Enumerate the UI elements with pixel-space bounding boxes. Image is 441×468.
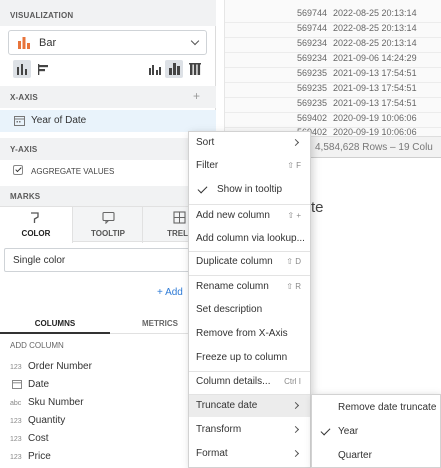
submenu-item-quarter[interactable]: Quarter [312,445,440,467]
column-item-date[interactable]: Date [10,379,49,390]
menu-item-add-new-column[interactable]: Add new column ⇧ + [189,205,310,227]
chevron-down-icon [190,36,200,46]
aggregate-checkbox[interactable] [13,165,23,175]
menu-item-truncate-date[interactable]: Truncate date [189,395,310,417]
chevron-right-icon [291,138,300,147]
add-xaxis-icon[interactable]: + [193,89,200,103]
menu-item-show-in-tooltip[interactable]: Show in tooltip [189,179,310,201]
menu-item-set-description[interactable]: Set description [189,299,310,321]
tab-columns-label: COLUMNS [34,319,76,328]
submenu-item-year[interactable]: Year [312,421,440,443]
menu-item-column-details[interactable]: Column details... Ctrl I [189,371,310,393]
number-type-icon: 123 [10,418,22,425]
tooltip-icon [102,211,115,225]
column-item-quantity[interactable]: 123 Quantity [10,415,65,426]
vertical-bar-icon[interactable] [13,60,31,78]
table-row[interactable]: 569235 2021-09-13 17:54:51 [225,83,441,98]
menu-item-add-column-via-lookup[interactable]: Add column via lookup... [189,228,310,250]
aggregate-values-label: AGGREGATE VALUES [31,167,115,176]
add-mark-button[interactable]: + Add [157,287,183,298]
menu-item-sort[interactable]: Sort [189,132,310,154]
check-icon [14,165,22,173]
menu-item-remove-from-xaxis[interactable]: Remove from X-Axis [189,323,310,345]
menu-item-rename-column[interactable]: Rename column ⇧ R [189,276,310,298]
background-title: te [311,199,324,216]
menu-item-transform[interactable]: Transform [189,419,310,441]
panel-tabs: COLUMNS METRICS [0,312,216,334]
tab-tooltip[interactable]: TOOLTIP [72,207,142,243]
yaxis-label: Y-AXIS [10,145,38,154]
column-item-price[interactable]: 123 Price [10,451,51,462]
chevron-right-icon [291,401,300,410]
table-row[interactable]: 569234 2022-08-25 20:13:14 [225,38,441,53]
table-row[interactable]: 569744 2022-08-25 20:13:14 [225,23,441,38]
chevron-right-icon [291,449,300,458]
trellis-grid-icon [173,211,186,224]
visualization-label: VISUALIZATION [10,11,74,20]
grouped-bar-icon[interactable] [145,60,163,78]
table-row[interactable]: 569402 2020-09-19 10:06:06 [225,113,441,128]
table-row[interactable]: 569744 2022-08-25 20:13:14 [225,8,441,23]
xaxis-field-label: Year of Date [31,115,87,126]
check-icon [197,183,208,194]
menu-item-freeze-up-to-column[interactable]: Freeze up to column [189,347,310,369]
left-panel: VISUALIZATION Bar X-AXIS + Year of Date [0,0,216,468]
chart-type-value: Bar [39,37,57,49]
tab-color[interactable]: COLOR [0,207,72,243]
single-color-select[interactable]: Single color [4,248,212,272]
number-type-icon: 123 [10,436,22,443]
column-item-sku-number[interactable]: abc Sku Number [10,397,84,408]
text-type-icon: abc [10,400,22,407]
xaxis-label: X-AXIS [10,93,38,102]
column-context-menu: Sort Filter ⇧ F Show in tooltip Add new c… [188,131,311,468]
column-item-order-number[interactable]: 123 Order Number [10,361,92,372]
calendar-icon [14,115,25,126]
check-icon [320,425,331,436]
number-type-icon: 123 [10,454,22,461]
table-row[interactable]: 569235 2021-09-13 17:54:51 [225,68,441,83]
chevron-right-icon [291,425,300,434]
menu-item-filter[interactable]: Filter ⇧ F [189,155,310,177]
chart-type-dropdown[interactable]: Bar [8,30,207,55]
marks-tabs: COLOR TOOLTIP TRELL [0,206,216,243]
table-row[interactable]: 569235 2021-09-13 17:54:51 [225,98,441,113]
table-row[interactable]: 569234 2021-09-06 14:24:29 [225,53,441,68]
add-column-label: ADD COLUMN [10,341,64,350]
stacked-bar-icon[interactable] [165,60,183,78]
submenu-item-remove-date-truncate[interactable]: Remove date truncate [312,397,440,419]
marks-label: MARKS [10,192,41,201]
menu-item-duplicate-column[interactable]: Duplicate column ⇧ D [189,251,310,273]
row-count: 4,584,628 Rows – 19 Colu [315,142,433,153]
xaxis-field-year-of-date[interactable]: Year of Date [0,110,216,132]
bar-chart-icon [17,36,31,49]
paint-bucket-icon [29,211,42,224]
number-type-icon: 123 [10,364,22,371]
horizontal-bar-icon[interactable] [35,60,53,78]
menu-item-format[interactable]: Format [189,443,310,465]
full-stacked-bar-icon[interactable] [186,60,204,78]
truncate-date-submenu: Remove date truncate Year Quarter [311,394,441,468]
column-item-cost[interactable]: 123 Cost [10,433,49,444]
